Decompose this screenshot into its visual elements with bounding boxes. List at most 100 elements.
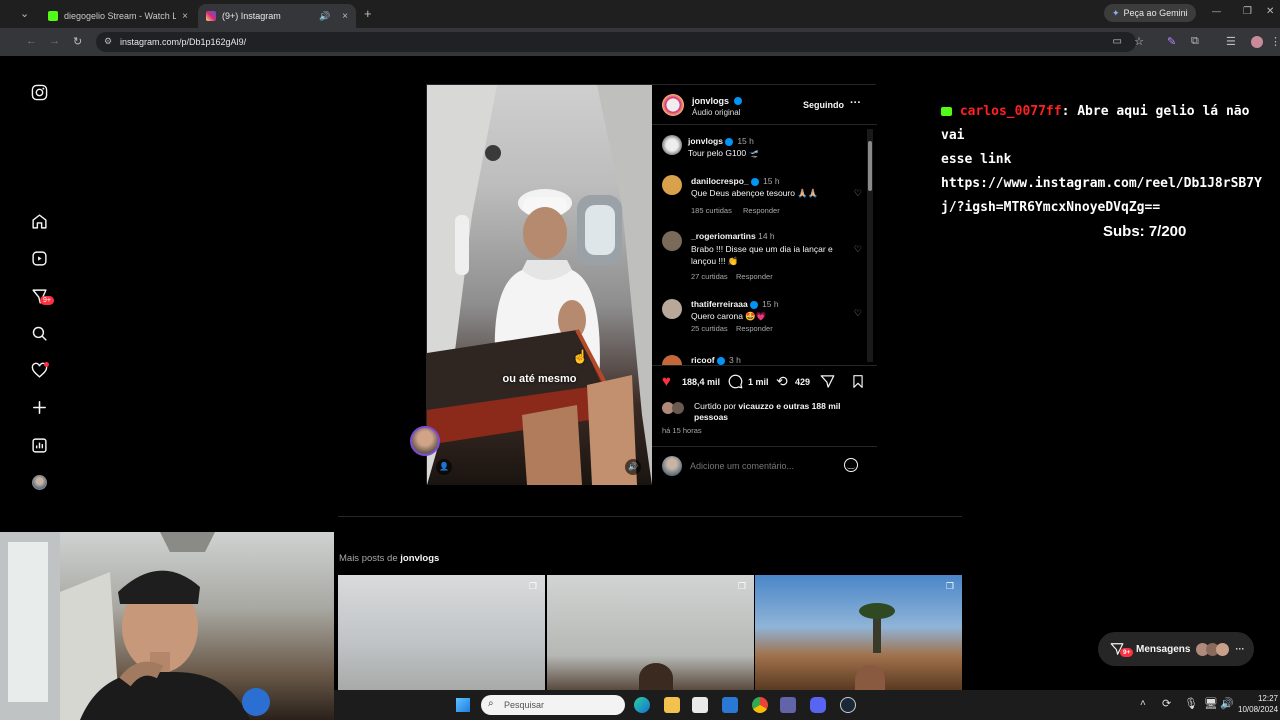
tray-volume-icon[interactable]: 🔊 [1220,697,1234,710]
comment-username[interactable]: thatiferreiraaa [691,299,748,309]
more-options-icon[interactable]: ··· [850,97,861,109]
more-post-thumbnail[interactable]: ❐ [547,575,754,690]
close-window-button[interactable]: ✕ [1266,6,1274,17]
liked-by-user[interactable]: vicauzzo [738,401,773,411]
comment-reply[interactable]: Responder [736,272,773,281]
post-side-panel: jonvlogs Áudio original Seguindo ··· jon… [652,85,877,485]
comment-input[interactable] [690,458,840,474]
mail-icon[interactable] [722,697,738,713]
instagram-logo-icon[interactable] [31,84,48,101]
comment-likes[interactable]: 185 curtidas [691,206,732,215]
minimize-button[interactable]: — [1212,6,1221,16]
tab-stream[interactable]: diegogelio Stream - Watch Liv × [40,4,196,28]
more-post-thumbnail[interactable]: ❐ [755,575,962,690]
profile-avatar[interactable] [1251,36,1263,48]
reading-list-icon[interactable]: ☰ [1226,35,1236,48]
comment-like-icon[interactable]: ♡ [854,188,862,199]
clock-date: 10/08/2024 [1238,705,1278,714]
notification-dot [44,362,49,367]
tray-chevron-icon[interactable]: ˄ [1140,698,1146,709]
more-post-thumbnail[interactable]: ❐ [338,575,545,690]
chrome-icon[interactable] [752,697,768,713]
gemini-label: Peça ao Gemini [1123,8,1188,18]
caption-username[interactable]: jonvlogs [688,136,723,146]
comment-like-icon[interactable]: ♡ [854,308,862,319]
file-explorer-icon[interactable] [664,697,680,713]
profile-avatar-icon[interactable] [32,475,47,490]
comment-username[interactable]: danilocrespo_ [691,176,749,186]
reel-video[interactable]: ou até mesmo 👤 🔊 [427,85,652,485]
comment-likes[interactable]: 25 curtidas [691,324,728,333]
comment-likes[interactable]: 27 curtidas [691,272,728,281]
gemini-button[interactable]: ✦ Peça ao Gemini [1104,4,1196,22]
tab-close-icon[interactable]: × [182,11,188,22]
home-icon[interactable] [31,213,48,230]
address-bar[interactable]: ⚙ instagram.com/p/Db1p162gAl9/ ▭ ☆ [96,32,1144,52]
tray-sync-icon[interactable]: ⟳ [1162,697,1171,710]
pen-extension-icon[interactable]: ✎ [1167,35,1176,48]
mouse-cursor: ☝ [572,349,589,364]
messages-badge: 9+ [1120,648,1134,657]
search-icon[interactable] [31,325,48,342]
taskbar-search[interactable]: ⌕ Pesquisar [481,695,625,715]
comment-username[interactable]: _rogeriomartins [691,231,756,241]
forward-icon[interactable]: → [49,35,60,47]
site-info-icon[interactable]: ⚙ [104,36,112,47]
caption-text: Tour pelo G100 🛫 [688,148,760,158]
back-icon[interactable]: ← [26,35,37,47]
tray-network-icon[interactable]: 🖥 [1204,697,1218,710]
volume-icon[interactable]: 🔊 [625,459,641,475]
dashboard-icon[interactable] [31,437,48,454]
comment-like-icon[interactable]: ♡ [854,244,862,255]
tab-instagram[interactable]: (9+) Instagram 🔊 × [198,4,356,28]
store-icon[interactable] [692,697,708,713]
maximize-button[interactable]: ❐ [1243,6,1252,17]
following-button[interactable]: Seguindo [803,100,844,110]
bookmark-star-icon[interactable]: ☆ [1134,35,1144,48]
carousel-icon: ❐ [528,581,537,591]
save-bookmark-icon[interactable] [851,374,865,389]
tray-mic-icon[interactable]: 🎙 [1184,697,1198,710]
tab-close-icon[interactable]: × [342,11,348,22]
reload-icon[interactable]: ↻ [73,35,82,48]
comment-username[interactable]: ricoof [691,355,715,365]
share-icon[interactable] [820,374,835,389]
chrome-menu-icon[interactable]: ⋮ [1270,35,1280,48]
verified-badge-icon [716,356,725,365]
comment-avatar[interactable] [662,355,682,365]
scrollbar-thumb[interactable] [868,141,872,191]
tray-clock[interactable]: 12:27 10/08/2024 [1238,693,1278,715]
audio-label[interactable]: Áudio original [692,108,740,117]
comment-reply[interactable]: Responder [736,324,773,333]
comment-avatar[interactable] [662,175,682,195]
comments-scrollbar[interactable] [867,129,873,362]
steam-icon[interactable] [840,697,856,713]
discord-icon[interactable] [810,697,826,713]
author-username[interactable]: jonvlogs [692,96,729,106]
tab-search-icon[interactable]: ⌄ [20,7,29,20]
teams-icon[interactable] [780,697,796,713]
repost-icon[interactable]: ⟲ [776,373,788,390]
comment-avatar[interactable] [662,231,682,251]
author-avatar[interactable] [662,94,684,116]
tagged-users-icon[interactable]: 👤 [436,459,452,475]
messages-button[interactable]: 9+ Mensagens ··· [1098,632,1254,666]
carousel-icon: ❐ [945,581,954,591]
reels-icon[interactable] [31,250,48,267]
comment-avatar[interactable] [662,299,682,319]
edge-icon[interactable] [634,697,650,713]
messages-label: Mensagens [1136,643,1191,655]
comment-bubble-icon[interactable] [728,374,743,389]
start-icon[interactable] [456,698,470,712]
emoji-icon[interactable]: ‿ [844,458,858,472]
install-icon[interactable]: ▭ [1113,36,1122,47]
more-posts-user[interactable]: jonvlogs [400,553,439,564]
create-icon[interactable] [31,399,48,416]
new-tab-button[interactable]: + [364,6,372,21]
caption-avatar[interactable] [662,135,682,155]
speaker-icon[interactable]: 🔊 [319,11,330,22]
extensions-icon[interactable]: ⧉ [1191,35,1199,48]
gemini-sparkle-icon: ✦ [1112,7,1120,18]
comment-reply[interactable]: Responder [743,206,780,215]
like-heart-icon[interactable]: ♥ [662,373,671,390]
